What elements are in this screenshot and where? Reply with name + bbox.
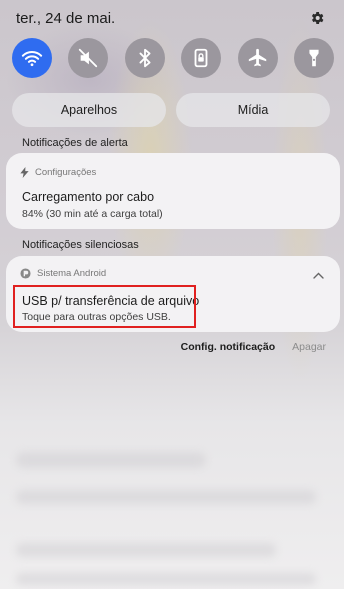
- media-device-buttons: Aparelhos Mídia: [12, 93, 330, 127]
- flashlight-icon: [309, 49, 319, 67]
- wifi-toggle[interactable]: [12, 38, 52, 78]
- silent-section-label: Notificações silenciosas: [22, 239, 139, 251]
- airplane-mode-toggle[interactable]: [237, 38, 278, 78]
- notification-body: Toque para outras opções USB.: [22, 311, 171, 323]
- quick-settings-toggles: [12, 38, 334, 78]
- collapse-chevron-icon[interactable]: [312, 270, 324, 280]
- lightning-icon: [20, 167, 29, 178]
- wifi-icon: [21, 51, 43, 67]
- settings-gear-icon[interactable]: [308, 9, 326, 27]
- devices-button[interactable]: Aparelhos: [12, 93, 166, 127]
- clear-button[interactable]: Apagar: [292, 341, 326, 353]
- bluetooth-toggle[interactable]: [124, 38, 165, 78]
- airplane-icon: [248, 48, 266, 67]
- charging-notification-card[interactable]: Configurações Carregamento por cabo 84% …: [6, 153, 340, 229]
- usb-notification-card: Sistema Android USB p/ transferência de …: [6, 256, 340, 332]
- android-system-icon: [20, 268, 31, 279]
- notification-panel: ter., 24 de mai. Aparelhos Mídia Notific…: [0, 0, 344, 589]
- orientation-lock-icon: [194, 48, 208, 68]
- panel-header: ter., 24 de mai.: [16, 8, 326, 28]
- bluetooth-icon: [139, 48, 151, 68]
- notification-body: 84% (30 min até a carga total): [22, 208, 163, 220]
- notification-app-name: Configurações: [35, 167, 97, 178]
- sound-off-icon: [79, 48, 98, 68]
- notification-title: Carregamento por cabo: [22, 190, 155, 204]
- flashlight-toggle[interactable]: [293, 38, 334, 78]
- notification-settings-button[interactable]: Config. notificação: [181, 341, 276, 353]
- notification-actions: Config. notificação Apagar: [181, 341, 326, 353]
- orientation-lock-toggle[interactable]: [181, 38, 222, 78]
- notification-app-header: Sistema Android: [20, 268, 106, 279]
- notification-title: USB p/ transferência de arquivo: [22, 294, 200, 308]
- sound-toggle[interactable]: [68, 38, 109, 78]
- notification-app-name: Sistema Android: [37, 268, 107, 279]
- media-button[interactable]: Mídia: [176, 93, 330, 127]
- date-label: ter., 24 de mai.: [16, 9, 116, 27]
- notification-app-header: Configurações: [20, 167, 96, 178]
- alert-section-label: Notificações de alerta: [22, 137, 128, 149]
